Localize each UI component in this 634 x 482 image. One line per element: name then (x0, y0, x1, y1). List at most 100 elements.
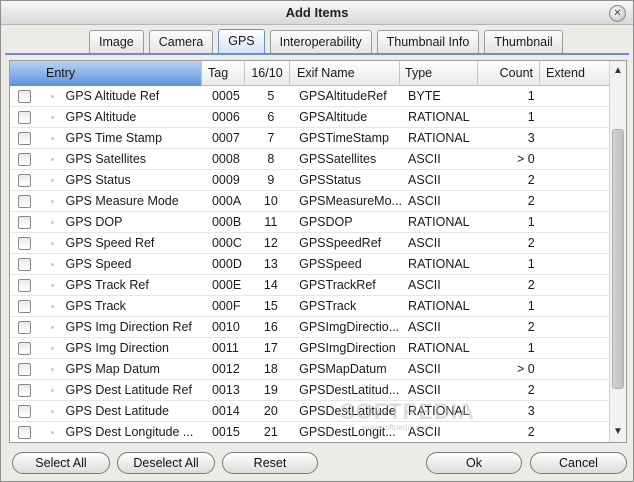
tab-interoperability[interactable]: Interoperability (269, 30, 372, 53)
row-checkbox[interactable] (18, 173, 31, 187)
cell-count: 2 (527, 277, 535, 292)
cell-index: 15 (263, 298, 278, 313)
table-row[interactable]: GPS Speed Ref 000C 12 GPSSpeedRef ASCII 2 (10, 233, 610, 254)
cell-type: BYTE (408, 88, 441, 103)
cell-exif-name: GPSTrackRef (299, 277, 376, 292)
table-row[interactable]: GPS Measure Mode 000A 10 GPSMeasureMo... ASC… (10, 191, 610, 212)
table-row[interactable]: GPS Satellites 0008 8 GPSSatellites ASCII > 0 (10, 149, 610, 170)
cell-type: RATIONAL (408, 298, 470, 313)
row-checkbox[interactable] (18, 383, 31, 397)
row-bullet-icon (50, 94, 54, 98)
row-bullet-cell (44, 401, 60, 422)
row-checkbox[interactable] (18, 362, 31, 376)
row-checkbox[interactable] (18, 152, 31, 166)
row-checkbox[interactable] (18, 425, 31, 439)
cell-entry: GPS Map Datum (65, 361, 160, 376)
row-bullet-cell (44, 86, 60, 107)
title-bar[interactable]: Add Items ✕ (1, 1, 633, 25)
row-checkbox[interactable] (18, 278, 31, 292)
row-checkbox[interactable] (18, 236, 31, 250)
vertical-scrollbar[interactable]: ▲ ▼ (609, 61, 626, 442)
row-checkbox[interactable] (18, 215, 31, 229)
cell-tag: 0012 (211, 361, 240, 376)
table-row[interactable]: GPS Altitude 0006 6 GPSAltitude RATIONAL 1 (10, 107, 610, 128)
table-row[interactable]: GPS Dest Latitude 0014 20 GPSDestLatitude RA… (10, 401, 610, 422)
row-bullet-icon (50, 199, 54, 203)
table-row[interactable]: GPS Status 0009 9 GPSStatus ASCII 2 (10, 170, 610, 191)
row-checkbox-cell (10, 233, 44, 254)
table-row[interactable]: GPS Track Ref 000E 14 GPSTrackRef ASCII 2 (10, 275, 610, 296)
tab-bar: Image Camera GPS Interoperability Thumbnail … (89, 29, 568, 53)
cell-type: ASCII (408, 235, 441, 250)
scroll-up-icon[interactable]: ▲ (610, 63, 626, 79)
cell-count: > 0 (516, 361, 535, 376)
table-row[interactable]: GPS Track 000F 15 GPSTrack RATIONAL 1 (10, 296, 610, 317)
tab-camera[interactable]: Camera (148, 30, 214, 53)
tab-gps[interactable]: GPS (218, 29, 265, 53)
row-checkbox[interactable] (18, 299, 31, 313)
table-row[interactable]: GPS Time Stamp 0007 7 GPSTimeStamp RATIONAL 3 (10, 128, 610, 149)
select-all-button[interactable]: Select All (12, 452, 110, 474)
cell-entry: GPS Altitude (65, 109, 137, 124)
table-row[interactable]: GPS Dest Latitude Ref 0013 19 GPSDestLatitu… (10, 380, 610, 401)
row-checkbox-cell (10, 170, 44, 191)
row-checkbox[interactable] (18, 110, 31, 124)
column-header-exif-name[interactable]: Exif Name (290, 61, 400, 86)
cell-extend (541, 275, 610, 296)
ok-button[interactable]: Ok (426, 452, 522, 474)
table-row[interactable]: GPS Speed 000D 13 GPSSpeed RATIONAL 1 (10, 254, 610, 275)
column-header-index[interactable]: 16/10 (245, 61, 290, 86)
cell-count: 1 (527, 88, 535, 103)
row-checkbox[interactable] (18, 194, 31, 208)
table-row[interactable]: GPS Img Direction Ref 0010 16 GPSImgDirecti… (10, 317, 610, 338)
cell-entry: GPS Speed Ref (65, 235, 155, 250)
table-row[interactable]: GPS Dest Longitude ... 0015 21 GPSDestLongi… (10, 422, 610, 442)
cell-entry: GPS Status (65, 172, 131, 187)
cancel-button[interactable]: Cancel (530, 452, 627, 474)
table-row[interactable]: GPS Map Datum 0012 18 GPSMapDatum ASCII > 0 (10, 359, 610, 380)
cell-count: 3 (527, 130, 535, 145)
cell-tag: 000B (211, 214, 242, 229)
table-row[interactable]: GPS DOP 000B 11 GPSDOP RATIONAL 1 (10, 212, 610, 233)
scroll-thumb[interactable] (612, 129, 624, 389)
row-checkbox[interactable] (18, 257, 31, 271)
tab-image[interactable]: Image (89, 30, 144, 53)
column-header-extend[interactable]: Extend (540, 61, 610, 86)
row-checkbox[interactable] (18, 341, 31, 355)
row-checkbox[interactable] (18, 404, 31, 418)
cell-exif-name: GPSSatellites (299, 151, 377, 166)
table-row[interactable]: GPS Altitude Ref 0005 5 GPSAltitudeRef BYTE 1 (10, 86, 610, 107)
tab-thumbnail[interactable]: Thumbnail (484, 30, 563, 53)
column-header-entry[interactable]: Entry (10, 61, 202, 86)
column-header-count[interactable]: Count (478, 61, 540, 86)
cell-count: 2 (527, 193, 535, 208)
cell-entry: GPS Time Stamp (65, 130, 163, 145)
row-checkbox[interactable] (18, 89, 31, 103)
cell-extend (541, 380, 610, 401)
scroll-down-icon[interactable]: ▼ (610, 424, 626, 440)
reset-button[interactable]: Reset (222, 452, 318, 474)
cell-tag: 000F (211, 298, 241, 313)
row-bullet-icon (50, 220, 54, 224)
row-checkbox-cell (10, 317, 44, 338)
row-checkbox[interactable] (18, 320, 31, 334)
column-header-tag[interactable]: Tag (202, 61, 245, 86)
cell-type: RATIONAL (408, 256, 470, 271)
close-icon[interactable]: ✕ (609, 5, 626, 22)
cell-entry: GPS Dest Longitude ... (65, 424, 194, 439)
cell-tag: 0008 (211, 151, 240, 166)
cell-index: 8 (267, 151, 275, 166)
cell-extend (541, 128, 610, 149)
cell-count: 2 (527, 382, 535, 397)
cell-exif-name: GPSMapDatum (299, 361, 387, 376)
cell-type: ASCII (408, 319, 441, 334)
column-header-type[interactable]: Type (400, 61, 478, 86)
tab-thumbnail-info[interactable]: Thumbnail Info (376, 30, 480, 53)
row-checkbox[interactable] (18, 131, 31, 145)
deselect-all-button[interactable]: Deselect All (117, 452, 215, 474)
cell-type: ASCII (408, 151, 441, 166)
table-row[interactable]: GPS Img Direction 0011 17 GPSImgDirection RA… (10, 338, 610, 359)
cell-type: ASCII (408, 172, 441, 187)
row-checkbox-cell (10, 149, 44, 170)
cell-type: RATIONAL (408, 109, 470, 124)
